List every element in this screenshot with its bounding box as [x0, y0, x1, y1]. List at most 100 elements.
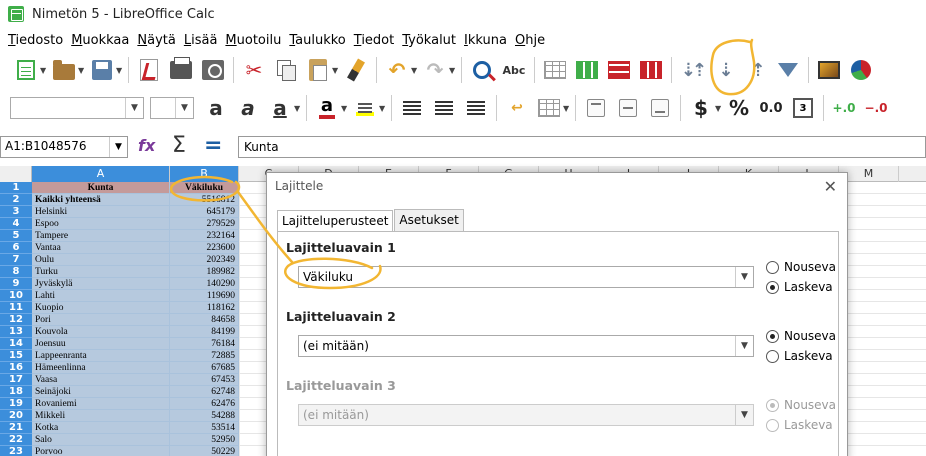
cell-b[interactable]: 72885 — [170, 350, 239, 362]
row-header[interactable]: 20 — [0, 410, 32, 422]
cell-b[interactable]: 5516812 — [170, 194, 239, 206]
sort-button[interactable]: ⇣⇡ — [679, 57, 707, 83]
chevron-down-icon[interactable]: ▼ — [735, 336, 753, 356]
close-icon[interactable]: ✕ — [824, 177, 837, 196]
cell-a[interactable]: Turku — [32, 266, 170, 278]
menu-item[interactable]: Tiedot — [350, 33, 398, 48]
undo-button[interactable]: ↶ — [384, 57, 410, 83]
row-header[interactable]: 9 — [0, 278, 32, 290]
wrap-text-button[interactable]: ↩ — [504, 95, 530, 121]
sort-key-1-descending[interactable]: Laskeva — [766, 280, 833, 294]
cell-b[interactable]: 67685 — [170, 362, 239, 374]
column-button[interactable] — [574, 57, 600, 83]
chevron-down-icon[interactable]: ▼ — [563, 104, 571, 113]
cell-a[interactable]: Lappeenranta — [32, 350, 170, 362]
row-header[interactable]: 23 — [0, 446, 32, 456]
cell-b[interactable]: 223600 — [170, 242, 239, 254]
cell-a[interactable]: Kuopio — [32, 302, 170, 314]
row-header[interactable]: 1 — [0, 182, 32, 194]
row-header[interactable]: 13 — [0, 326, 32, 338]
new-spreadsheet-button[interactable] — [13, 57, 39, 83]
cell-a[interactable]: Helsinki — [32, 206, 170, 218]
cell-b[interactable]: 54288 — [170, 410, 239, 422]
sort-descending-button[interactable]: ⇣ — [711, 57, 737, 83]
column-header-b[interactable]: B — [170, 166, 239, 182]
cell-a[interactable]: Porvoo — [32, 446, 170, 456]
cell-b[interactable]: 232164 — [170, 230, 239, 242]
font-name-select[interactable]: ▼ — [10, 97, 144, 119]
cell-b[interactable]: 52950 — [170, 434, 239, 446]
cell-a[interactable]: Seinäjoki — [32, 386, 170, 398]
redo-button[interactable]: ↷ — [422, 57, 448, 83]
row-header[interactable]: 7 — [0, 254, 32, 266]
radio-button[interactable] — [766, 329, 779, 343]
row-header[interactable]: 4 — [0, 218, 32, 230]
cell-b[interactable]: 62748 — [170, 386, 239, 398]
cut-button[interactable]: ✂ — [241, 57, 267, 83]
cell-a[interactable]: Mikkeli — [32, 410, 170, 422]
menu-item[interactable]: Muotoilu — [221, 33, 285, 48]
cell-a[interactable]: Rovaniemi — [32, 398, 170, 410]
delete-decimal-button[interactable]: −.0 — [863, 95, 889, 121]
cell-b[interactable]: 202349 — [170, 254, 239, 266]
open-button[interactable] — [51, 57, 77, 83]
cell-b[interactable]: 118162 — [170, 302, 239, 314]
cell-a[interactable]: Hämeenlinna — [32, 362, 170, 374]
menu-item[interactable]: Näytä — [133, 33, 179, 48]
sort-key-2-descending[interactable]: Laskeva — [766, 349, 833, 363]
cell-a[interactable]: Jyväskylä — [32, 278, 170, 290]
sort-ascending-button[interactable]: ⇡ — [743, 57, 769, 83]
menu-item[interactable]: Taulukko — [285, 33, 349, 48]
bold-button[interactable]: a — [203, 95, 229, 121]
formula-input[interactable]: Kunta — [238, 136, 926, 158]
chevron-down-icon[interactable]: ▼ — [379, 104, 387, 113]
copy-button[interactable] — [273, 57, 299, 83]
row-header[interactable]: 22 — [0, 434, 32, 446]
add-decimal-button[interactable]: +.0 — [831, 95, 857, 121]
number-format-button[interactable]: 0.0 — [758, 95, 784, 121]
row-header[interactable]: 10 — [0, 290, 32, 302]
autofilter-button[interactable] — [775, 57, 801, 83]
cell-b[interactable]: Väkiluku — [170, 182, 239, 194]
font-color-button[interactable]: a — [314, 95, 340, 121]
cell-a[interactable]: Tampere — [32, 230, 170, 242]
cell-b[interactable]: 84199 — [170, 326, 239, 338]
column-header-m[interactable]: M — [839, 166, 899, 182]
font-size-select[interactable]: ▼ — [150, 97, 194, 119]
merge-cells-button[interactable] — [536, 95, 562, 121]
row-header[interactable]: 21 — [0, 422, 32, 434]
find-replace-button[interactable] — [469, 57, 495, 83]
row-header[interactable]: 15 — [0, 350, 32, 362]
row-header[interactable]: 5 — [0, 230, 32, 242]
row-header[interactable]: 8 — [0, 266, 32, 278]
chevron-down-icon[interactable]: ▼ — [341, 104, 349, 113]
currency-format-button[interactable]: $ — [688, 95, 714, 121]
cell-a[interactable]: Vantaa — [32, 242, 170, 254]
cell-b[interactable]: 50229 — [170, 446, 239, 456]
cell-a[interactable]: Vaasa — [32, 374, 170, 386]
name-box[interactable]: A1:B1048576 ▼ — [0, 136, 128, 158]
chevron-down-icon[interactable]: ▼ — [332, 66, 340, 75]
cell-a[interactable]: Salo — [32, 434, 170, 446]
delete-column-button[interactable] — [638, 57, 664, 83]
print-button[interactable] — [168, 57, 194, 83]
chevron-down-icon[interactable]: ▼ — [125, 98, 143, 118]
insert-chart-button[interactable] — [848, 57, 874, 83]
spelling-button[interactable]: Abc — [501, 57, 527, 83]
row-button[interactable] — [542, 57, 568, 83]
chevron-down-icon[interactable]: ▼ — [175, 98, 193, 118]
row-header[interactable]: 18 — [0, 386, 32, 398]
cell-a[interactable]: Joensuu — [32, 338, 170, 350]
row-header[interactable]: 17 — [0, 374, 32, 386]
menu-item[interactable]: Työkalut — [398, 33, 460, 48]
sort-key-1-select[interactable]: Väkiluku ▼ — [298, 266, 754, 288]
date-format-button[interactable]: 3 — [790, 95, 816, 121]
chevron-down-icon[interactable]: ▼ — [449, 66, 457, 75]
percent-format-button[interactable]: % — [726, 95, 752, 121]
cell-b[interactable]: 645179 — [170, 206, 239, 218]
chevron-down-icon[interactable]: ▼ — [735, 267, 753, 287]
cell-b[interactable]: 140290 — [170, 278, 239, 290]
paste-button[interactable] — [305, 57, 331, 83]
align-center-button[interactable] — [431, 95, 457, 121]
formula-icon[interactable]: = — [204, 133, 222, 158]
